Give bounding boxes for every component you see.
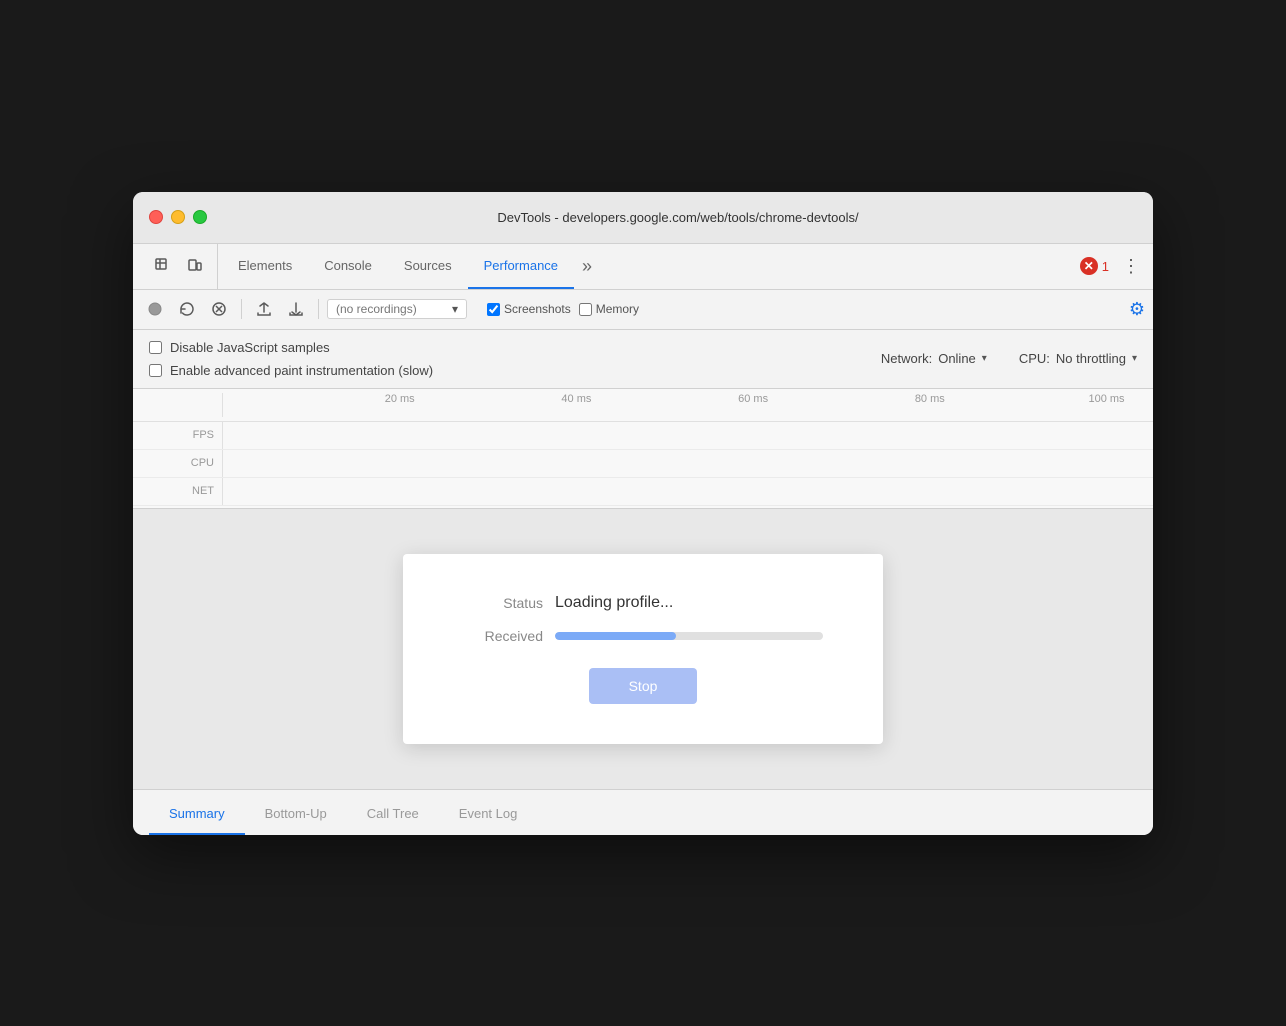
tab-console[interactable]: Console: [308, 244, 388, 289]
window-title: DevTools - developers.google.com/web/too…: [219, 210, 1137, 225]
tab-sources[interactable]: Sources: [388, 244, 468, 289]
tabbar-right: ✕ 1 ⋮: [1080, 252, 1145, 280]
error-icon: ✕: [1080, 257, 1098, 275]
tab-bottom-up[interactable]: Bottom-Up: [245, 795, 347, 835]
titlebar: DevTools - developers.google.com/web/too…: [133, 192, 1153, 244]
settings-row: Disable JavaScript samples Enable advanc…: [149, 340, 1137, 378]
tabbar: Elements Console Sources Performance » ✕…: [133, 244, 1153, 290]
tick-20ms: 20 ms: [385, 393, 415, 405]
devtools-icons: [141, 244, 218, 289]
tick-80ms: 80 ms: [915, 393, 945, 405]
inspect-icon[interactable]: [149, 252, 177, 280]
recording-selector[interactable]: (no recordings) ▾: [327, 299, 467, 319]
received-row: Received: [463, 628, 823, 644]
timeline-header: 20 ms 40 ms 60 ms 80 ms 100 ms: [133, 389, 1153, 422]
received-label: Received: [463, 628, 543, 644]
stop-button[interactable]: Stop: [589, 668, 698, 704]
clear-button[interactable]: [205, 295, 233, 323]
progress-bar-fill: [555, 632, 676, 640]
tab-performance[interactable]: Performance: [468, 244, 574, 289]
status-label: Status: [463, 595, 543, 611]
net-label: NET: [133, 478, 223, 505]
network-cpu-controls: Network: Online ▾ CPU: No throttling ▾: [881, 351, 1137, 366]
more-tabs-button[interactable]: »: [574, 244, 600, 289]
tab-elements[interactable]: Elements: [222, 244, 308, 289]
close-button[interactable]: [149, 210, 163, 224]
maximize-button[interactable]: [193, 210, 207, 224]
cpu-dropdown-arrow[interactable]: ▾: [1132, 353, 1137, 364]
bottom-tabs: Summary Bottom-Up Call Tree Event Log: [133, 789, 1153, 835]
cpu-row: CPU: [133, 450, 1153, 478]
toolbar-right-controls: Screenshots Memory: [487, 302, 639, 316]
traffic-lights: [149, 210, 207, 224]
toolbar-divider-1: [241, 299, 242, 319]
toolbar-divider-2: [318, 299, 319, 319]
cpu-setting: CPU: No throttling ▾: [1019, 351, 1137, 366]
net-row: NET: [133, 478, 1153, 506]
devtools-window: DevTools - developers.google.com/web/too…: [133, 192, 1153, 835]
fps-label: FPS: [133, 422, 223, 449]
memory-checkbox[interactable]: [579, 303, 592, 316]
tick-60ms: 60 ms: [738, 393, 768, 405]
tab-call-tree[interactable]: Call Tree: [347, 795, 439, 835]
tab-event-log[interactable]: Event Log: [439, 795, 538, 835]
record-button[interactable]: [141, 295, 169, 323]
enable-paint-setting: Enable advanced paint instrumentation (s…: [149, 363, 433, 378]
screenshots-checkbox[interactable]: [487, 303, 500, 316]
net-content: [223, 478, 1153, 505]
cpu-content: [223, 450, 1153, 477]
disable-js-setting: Disable JavaScript samples: [149, 340, 433, 355]
fps-content: [223, 422, 1153, 449]
timeline: 20 ms 40 ms 60 ms 80 ms 100 ms FPS CPU N…: [133, 389, 1153, 509]
cpu-label: CPU: [133, 450, 223, 477]
tick-100ms: 100 ms: [1088, 393, 1124, 405]
minimize-button[interactable]: [171, 210, 185, 224]
tab-summary[interactable]: Summary: [149, 795, 245, 835]
network-setting: Network: Online ▾: [881, 351, 987, 366]
disable-js-checkbox[interactable]: [149, 341, 162, 354]
fps-row: FPS: [133, 422, 1153, 450]
download-button[interactable]: [282, 295, 310, 323]
performance-toolbar: (no recordings) ▾ Screenshots Memory ⚙: [133, 290, 1153, 330]
device-icon[interactable]: [181, 252, 209, 280]
network-dropdown-arrow[interactable]: ▾: [982, 353, 987, 364]
tick-40ms: 40 ms: [561, 393, 591, 405]
memory-checkbox-group[interactable]: Memory: [579, 302, 639, 316]
upload-button[interactable]: [250, 295, 278, 323]
status-value: Loading profile...: [555, 594, 673, 612]
more-menu-button[interactable]: ⋮: [1117, 252, 1145, 280]
settings-panel: Disable JavaScript samples Enable advanc…: [133, 330, 1153, 389]
enable-paint-checkbox[interactable]: [149, 364, 162, 377]
loading-dialog: Status Loading profile... Received Stop: [403, 554, 883, 744]
screenshots-checkbox-group[interactable]: Screenshots: [487, 302, 571, 316]
content-area: Status Loading profile... Received Stop: [133, 509, 1153, 789]
progress-bar-container: [555, 632, 823, 640]
timeline-ticks: 20 ms 40 ms 60 ms 80 ms 100 ms: [223, 393, 1153, 417]
timeline-label-col: [133, 393, 223, 417]
settings-gear-icon[interactable]: ⚙: [1129, 299, 1145, 320]
error-badge[interactable]: ✕ 1: [1080, 257, 1109, 275]
status-row: Status Loading profile...: [463, 594, 823, 612]
settings-left: Disable JavaScript samples Enable advanc…: [149, 340, 433, 378]
reload-record-button[interactable]: [173, 295, 201, 323]
